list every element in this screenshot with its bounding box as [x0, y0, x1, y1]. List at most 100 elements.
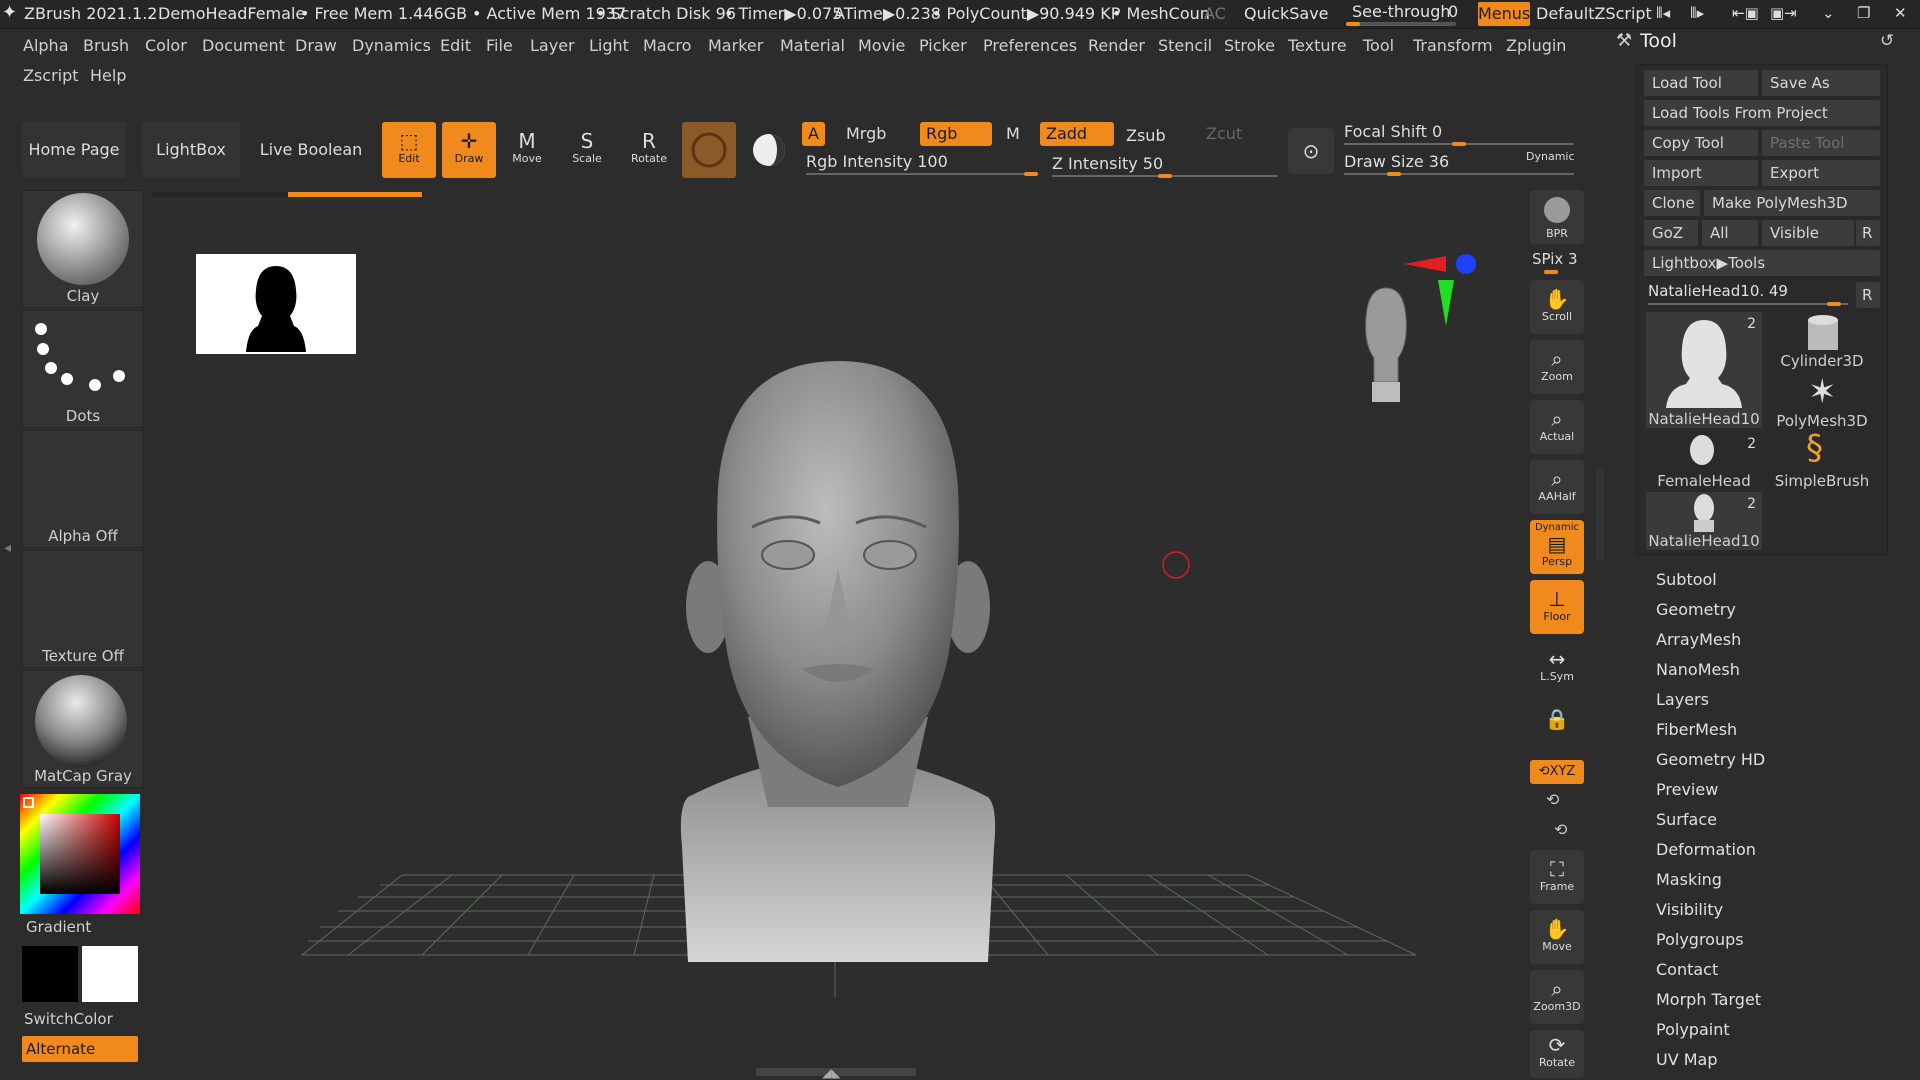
tool-palette-header[interactable]: ⚒ Tool ↺	[1610, 28, 1920, 58]
right-tray-divider[interactable]	[1596, 470, 1604, 560]
tool-thumb-nataliehead10[interactable]: 2 NatalieHead10	[1646, 492, 1762, 550]
subpalette-polypaint[interactable]: Polypaint	[1656, 1020, 1730, 1039]
spix-slider-knob[interactable]	[1544, 270, 1558, 274]
goz-all-button[interactable]: All	[1702, 220, 1758, 246]
palette-reset-icon[interactable]: ↺	[1880, 31, 1894, 51]
main-color-swatch[interactable]	[22, 946, 78, 1002]
a-toggle[interactable]: A	[802, 122, 825, 146]
menus-button[interactable]: Menus	[1478, 2, 1530, 26]
brush-selector[interactable]: Clay	[22, 190, 144, 308]
menu-color[interactable]: Color	[145, 36, 187, 55]
scale-mode-button[interactable]: S Scale	[560, 122, 614, 178]
menu-light[interactable]: Light	[589, 36, 629, 55]
menu-layer[interactable]: Layer	[530, 36, 575, 55]
live-boolean-button[interactable]: Live Boolean	[256, 122, 366, 178]
menu-stencil[interactable]: Stencil	[1158, 36, 1212, 55]
restore-icon[interactable]: ❐	[1857, 4, 1870, 22]
rgb-intensity-slider[interactable]	[806, 173, 1038, 175]
zcut-toggle[interactable]: Zcut	[1200, 122, 1248, 146]
save-as-button[interactable]: Save As	[1762, 70, 1880, 96]
move-view-button[interactable]: ✋ Move	[1530, 910, 1584, 964]
zoom-button[interactable]: ⌕ Zoom	[1530, 340, 1584, 394]
goz-r-button[interactable]: R	[1856, 220, 1880, 246]
edit-mode-button[interactable]: ⬚ Edit	[382, 122, 436, 178]
menu-texture[interactable]: Texture	[1288, 36, 1347, 55]
subpalette-visibility[interactable]: Visibility	[1656, 900, 1723, 919]
minimize-icon[interactable]: ⌄	[1822, 4, 1835, 22]
tool-thumb-cylinder3d[interactable]: Cylinder3D	[1764, 312, 1880, 370]
lsym-button[interactable]: ↔ L.Sym	[1530, 640, 1584, 694]
load-tool-button[interactable]: Load Tool	[1644, 70, 1758, 96]
axis-gizmo[interactable]	[1404, 250, 1476, 330]
menu-dynamics[interactable]: Dynamics	[352, 36, 431, 55]
menu-marker[interactable]: Marker	[708, 36, 763, 55]
subpalette-preview[interactable]: Preview	[1656, 780, 1718, 799]
draw-size-slider[interactable]	[1344, 173, 1574, 175]
rgb-intensity-knob[interactable]	[1024, 172, 1038, 176]
lazy-mouse-icon[interactable]: ⊙	[1288, 128, 1334, 174]
menu-zplugin[interactable]: Zplugin	[1506, 36, 1566, 55]
clone-button[interactable]: Clone	[1644, 190, 1700, 216]
bpr-button[interactable]: BPR	[1530, 190, 1584, 244]
menu-material[interactable]: Material	[780, 36, 845, 55]
quicksave-button[interactable]: QuickSave	[1244, 4, 1329, 23]
tray-shrink-icon[interactable]: ⦀◂	[1656, 4, 1670, 22]
load-tools-from-project-button[interactable]: Load Tools From Project	[1644, 100, 1880, 126]
menu-edit[interactable]: Edit	[440, 36, 471, 55]
alternate-button[interactable]: Alternate	[22, 1036, 138, 1062]
current-tool-label[interactable]: NatalieHead10. 49	[1648, 282, 1788, 300]
subpalette-contact[interactable]: Contact	[1656, 960, 1718, 979]
goz-visible-button[interactable]: Visible	[1762, 220, 1854, 246]
scroll-button[interactable]: ✋ Scroll	[1530, 280, 1584, 334]
copy-tool-button[interactable]: Copy Tool	[1644, 130, 1758, 156]
export-button[interactable]: Export	[1762, 160, 1880, 186]
zadd-toggle[interactable]: Zadd	[1040, 122, 1114, 146]
subpalette-geometry-hd[interactable]: Geometry HD	[1656, 750, 1765, 769]
subpalette-nanomesh[interactable]: NanoMesh	[1656, 660, 1740, 679]
persp-button[interactable]: Dynamic ▤ Persp	[1530, 520, 1584, 574]
alpha-selector[interactable]: Alpha Off	[22, 430, 144, 548]
current-tool-slider-knob[interactable]	[1826, 302, 1841, 306]
make-polymesh3d-button[interactable]: Make PolyMesh3D	[1704, 190, 1880, 216]
switch-color-button[interactable]: SwitchColor	[24, 1010, 113, 1028]
color-picker[interactable]	[20, 794, 140, 914]
move-mode-button[interactable]: M Move	[500, 122, 554, 178]
menu-file[interactable]: File	[486, 36, 513, 55]
menu-macro[interactable]: Macro	[643, 36, 691, 55]
menu-tool[interactable]: Tool	[1363, 36, 1394, 55]
z-rotation-icon[interactable]: ⟲	[1554, 820, 1567, 839]
draw-size-knob[interactable]	[1387, 172, 1402, 176]
subpalette-morph-target[interactable]: Morph Target	[1656, 990, 1761, 1009]
menu-brush[interactable]: Brush	[83, 36, 129, 55]
subpalette-surface[interactable]: Surface	[1656, 810, 1717, 829]
bottom-tray-arrow-icon[interactable]: ◢◣	[822, 1066, 840, 1080]
subpalette-subtool[interactable]: Subtool	[1656, 570, 1717, 589]
zsub-toggle[interactable]: Zsub	[1120, 124, 1172, 148]
subpalette-polygroups[interactable]: Polygroups	[1656, 930, 1744, 949]
texture-selector[interactable]: Texture Off	[22, 550, 144, 668]
matcap-toggle-button[interactable]	[742, 122, 796, 178]
material-selector[interactable]: MatCap Gray	[22, 670, 144, 788]
paste-tool-button[interactable]: Paste Tool	[1762, 130, 1880, 156]
aahalf-button[interactable]: ⌕ AAHalf	[1530, 460, 1584, 514]
z-intensity-knob[interactable]	[1158, 174, 1172, 178]
subpalette-arraymesh[interactable]: ArrayMesh	[1656, 630, 1741, 649]
menu-zscript[interactable]: Zscript	[23, 66, 79, 85]
menu-draw[interactable]: Draw	[295, 36, 337, 55]
secondary-color-swatch[interactable]	[82, 946, 138, 1002]
subpalette-geometry[interactable]: Geometry	[1656, 600, 1736, 619]
spix-label[interactable]: SPix 3	[1532, 250, 1578, 268]
subpalette-uv-map[interactable]: UV Map	[1656, 1050, 1718, 1069]
lightbox-tools-button[interactable]: Lightbox▶Tools	[1644, 250, 1880, 276]
draw-mode-button[interactable]: ✛ Draw	[442, 122, 496, 178]
menu-alpha[interactable]: Alpha	[23, 36, 69, 55]
subpalette-masking[interactable]: Masking	[1656, 870, 1722, 889]
menu-movie[interactable]: Movie	[858, 36, 905, 55]
subpalette-layers[interactable]: Layers	[1656, 690, 1709, 709]
close-icon[interactable]: ✕	[1894, 4, 1907, 22]
import-button[interactable]: Import	[1644, 160, 1758, 186]
stroke-selector[interactable]: Dots	[22, 310, 144, 428]
gradient-label[interactable]: Gradient	[26, 918, 91, 936]
current-tool-r-button[interactable]: R	[1856, 282, 1880, 308]
subpalette-deformation[interactable]: Deformation	[1656, 840, 1756, 859]
